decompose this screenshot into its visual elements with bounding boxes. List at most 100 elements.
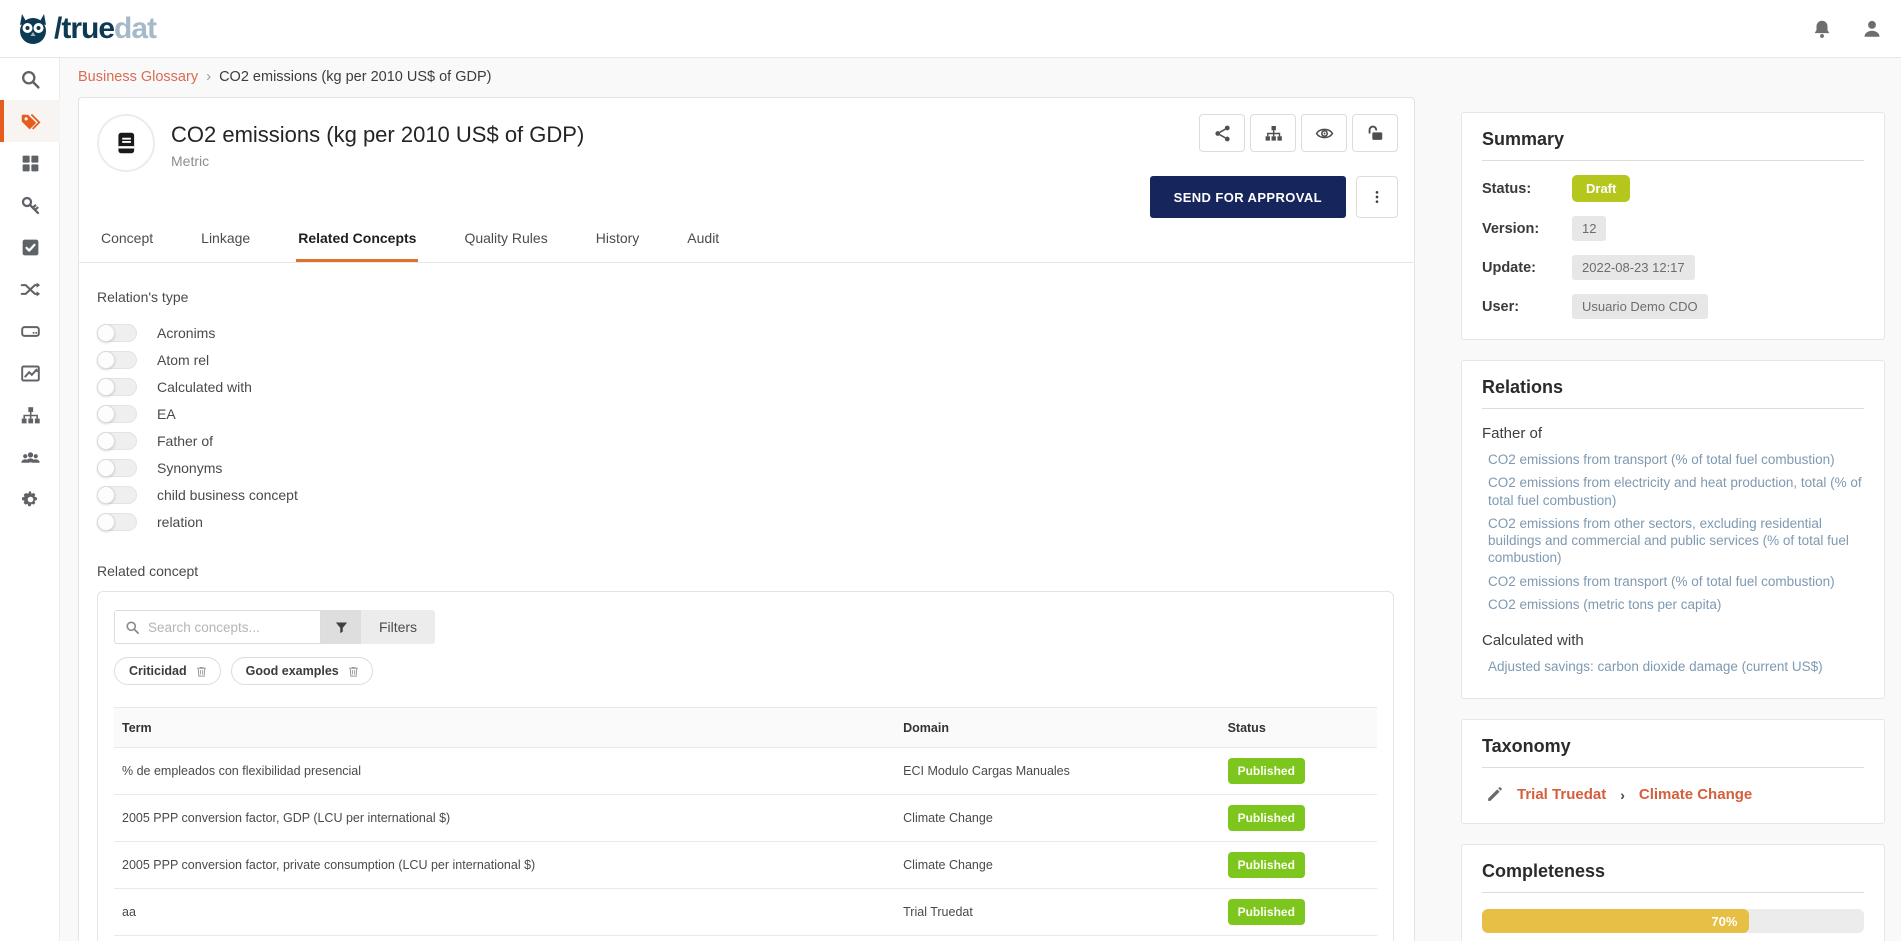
- term-cell[interactable]: 2005 PPP conversion factor, private cons…: [114, 858, 895, 872]
- unlock-button[interactable]: [1352, 114, 1398, 152]
- user-label: User:: [1482, 299, 1572, 315]
- watch-button[interactable]: [1301, 114, 1347, 152]
- trash-icon[interactable]: [195, 665, 208, 678]
- server-icon: [20, 321, 41, 342]
- taxonomy-separator: ›: [1620, 787, 1625, 803]
- right-sidebar: Summary Status: Draft Version: 12 Update…: [1461, 112, 1885, 941]
- sidebar-item-settings[interactable]: [0, 478, 60, 520]
- related-concept-label: Related concept: [97, 563, 1394, 579]
- table-row[interactable]: aa Trial Truedat Published: [114, 889, 1377, 936]
- send-for-approval-button[interactable]: SEND FOR APPROVAL: [1150, 176, 1346, 218]
- toggle-switch-ea[interactable]: [97, 405, 137, 423]
- pencil-edit-icon[interactable]: [1486, 786, 1503, 803]
- shuffle-icon: [20, 279, 41, 300]
- table-row[interactable]: % de empleados con flexibilidad presenci…: [114, 748, 1377, 795]
- toggle-row-ea: EA: [97, 400, 1394, 427]
- status-badge-draft: Draft: [1572, 175, 1630, 202]
- taxonomy-link-domain[interactable]: Climate Change: [1639, 786, 1752, 803]
- column-header-domain: Domain: [895, 721, 1219, 735]
- breadcrumb-current: CO2 emissions (kg per 2010 US$ of GDP): [219, 69, 491, 85]
- father-of-links: CO2 emissions from transport (% of total…: [1482, 448, 1864, 616]
- search-concepts-input[interactable]: [148, 620, 310, 635]
- toggle-switch-acronims[interactable]: [97, 324, 137, 342]
- toggle-label: EA: [157, 406, 176, 422]
- toggle-knob: [97, 432, 115, 450]
- funnel-icon: [334, 620, 349, 635]
- toggle-label: Acronims: [157, 325, 215, 341]
- toggle-knob: [97, 486, 115, 504]
- toggle-switch-atom-rel[interactable]: [97, 351, 137, 369]
- tab-audit[interactable]: Audit: [685, 220, 721, 262]
- concept-tabs: Concept Linkage Related Concepts Quality…: [79, 220, 1414, 263]
- structure-link-button[interactable]: [1250, 114, 1296, 152]
- domain-cell: Climate Change: [895, 811, 1219, 825]
- filter-funnel-button[interactable]: [321, 610, 361, 644]
- summary-title: Summary: [1482, 129, 1864, 161]
- sidebar-item-lineage[interactable]: [0, 268, 60, 310]
- relation-link[interactable]: CO2 emissions from other sectors, exclud…: [1482, 512, 1864, 570]
- toggle-switch-child-business-concept[interactable]: [97, 486, 137, 504]
- taxonomy-link-parent[interactable]: Trial Truedat: [1517, 786, 1606, 803]
- toggle-row-relation: relation: [97, 508, 1394, 535]
- relation-link[interactable]: CO2 emissions from electricity and heat …: [1482, 471, 1864, 512]
- table-row[interactable]: 2005 PPP conversion factor, GDP (LCU per…: [114, 795, 1377, 842]
- tab-concept[interactable]: Concept: [99, 220, 155, 262]
- relation-link[interactable]: CO2 emissions from transport (% of total…: [1482, 448, 1864, 471]
- tab-related-concepts[interactable]: Related Concepts: [296, 220, 418, 262]
- tags-icon: [20, 111, 41, 132]
- toggle-row-father-of: Father of: [97, 427, 1394, 454]
- search-box: [114, 610, 321, 644]
- chart-line-icon: [20, 363, 41, 384]
- trash-icon[interactable]: [347, 665, 360, 678]
- breadcrumb-business-glossary-link[interactable]: Business Glossary: [78, 69, 198, 85]
- sidebar-item-modules[interactable]: [0, 142, 60, 184]
- sidebar-item-search[interactable]: [0, 58, 60, 100]
- sidebar-item-groups[interactable]: [0, 436, 60, 478]
- term-cell[interactable]: aa: [114, 905, 895, 919]
- sidebar-item-structures[interactable]: [0, 394, 60, 436]
- status-cell: Published: [1220, 758, 1377, 784]
- sidebar-item-permissions[interactable]: [0, 184, 60, 226]
- tab-history[interactable]: History: [594, 220, 642, 262]
- taxonomy-card: Taxonomy Trial Truedat › Climate Change: [1461, 719, 1885, 824]
- share-button[interactable]: [1199, 114, 1245, 152]
- toggle-switch-father-of[interactable]: [97, 432, 137, 450]
- tab-linkage[interactable]: Linkage: [199, 220, 252, 262]
- term-cell[interactable]: 2005 PPP conversion factor, GDP (LCU per…: [114, 811, 895, 825]
- relation-link[interactable]: CO2 emissions from transport (% of total…: [1482, 570, 1864, 593]
- sidebar-item-dashboards[interactable]: [0, 352, 60, 394]
- summary-update-row: Update: 2022-08-23 12:17: [1482, 255, 1864, 280]
- filter-chip-good-examples[interactable]: Good examples: [231, 657, 373, 685]
- more-options-button[interactable]: [1356, 176, 1398, 218]
- term-cell[interactable]: % de empleados con flexibilidad presenci…: [114, 764, 895, 778]
- tab-quality-rules[interactable]: Quality Rules: [462, 220, 549, 262]
- related-concepts-panel: Relation's type Acronims Atom rel Calcul…: [79, 263, 1414, 941]
- approval-actions: SEND FOR APPROVAL: [1150, 176, 1398, 218]
- filters-button[interactable]: Filters: [361, 610, 435, 644]
- notifications-bell-icon[interactable]: [1811, 18, 1833, 40]
- sidebar-item-glossary[interactable]: [0, 100, 60, 142]
- filter-chip-criticidad[interactable]: Criticidad: [114, 657, 221, 685]
- relation-type-label: Relation's type: [97, 289, 1394, 305]
- toggle-switch-relation[interactable]: [97, 513, 137, 531]
- relations-title: Relations: [1482, 377, 1864, 409]
- user-avatar-icon[interactable]: [1861, 18, 1883, 40]
- toggle-switch-calculated-with[interactable]: [97, 378, 137, 396]
- toggle-label: Father of: [157, 433, 213, 449]
- table-row[interactable]: 2005 PPP conversion factor, private cons…: [114, 842, 1377, 889]
- chip-label: Criticidad: [129, 664, 187, 678]
- relation-link[interactable]: Adjusted savings: carbon dioxide damage …: [1482, 655, 1864, 678]
- status-badge: Published: [1228, 758, 1305, 784]
- toggle-knob: [97, 459, 115, 477]
- relation-link[interactable]: CO2 emissions (metric tons per capita): [1482, 593, 1864, 616]
- toggle-label: Calculated with: [157, 379, 252, 395]
- completeness-title: Completeness: [1482, 861, 1864, 893]
- sidebar-item-data-sources[interactable]: [0, 310, 60, 352]
- book-icon: [113, 130, 139, 156]
- table-header-row: Term Domain Status: [114, 708, 1377, 748]
- sidebar-item-quality[interactable]: [0, 226, 60, 268]
- truedat-logo[interactable]: /truedat: [0, 10, 156, 48]
- toggle-switch-synonyms[interactable]: [97, 459, 137, 477]
- summary-status-row: Status: Draft: [1482, 175, 1864, 202]
- related-concepts-table: Term Domain Status % de empleados con fl…: [114, 707, 1377, 941]
